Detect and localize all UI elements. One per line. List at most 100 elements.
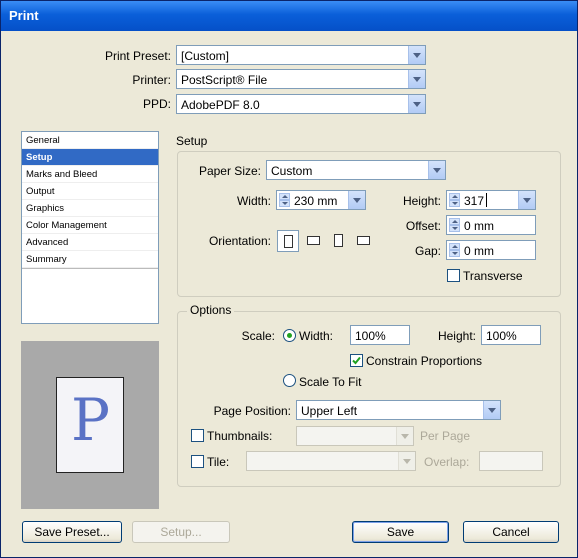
stepper-down-icon[interactable] — [279, 200, 290, 207]
window-title: Print — [9, 8, 39, 23]
paper-size-dropdown[interactable]: Custom — [266, 160, 446, 180]
offset-field[interactable]: 0 mm — [446, 215, 536, 235]
print-preset-label: Print Preset: — [104, 49, 171, 63]
paper-size-value: Custom — [271, 164, 313, 178]
sidebar-item-color-management[interactable]: Color Management — [22, 217, 158, 234]
scale-label: Scale: — [241, 329, 275, 343]
overlap-label: Overlap: — [424, 455, 470, 469]
printer-label: Printer: — [132, 73, 171, 87]
width-label: Width: — [236, 194, 271, 208]
stepper-up-icon[interactable] — [449, 243, 460, 250]
scale-width-value: 100% — [355, 329, 386, 343]
ppd-dropdown[interactable]: AdobePDF 8.0 — [176, 94, 426, 114]
stepper-down-icon[interactable] — [449, 225, 460, 232]
reverse-portrait-icon — [334, 234, 343, 247]
transverse-checkbox[interactable] — [447, 269, 460, 282]
chevron-down-icon[interactable] — [518, 191, 535, 209]
gap-stepper[interactable] — [449, 243, 460, 257]
thumbnails-checkbox[interactable] — [191, 429, 204, 442]
sidebar-item-marks-and-bleed[interactable]: Marks and Bleed — [22, 166, 158, 183]
stepper-down-icon[interactable] — [449, 200, 460, 207]
reverse-landscape-icon — [357, 236, 370, 245]
gap-label: Gap: — [414, 244, 441, 258]
height-stepper[interactable] — [449, 193, 460, 207]
width-value: 230 mm — [294, 194, 338, 208]
offset-value: 0 mm — [464, 219, 494, 233]
overlap-field[interactable] — [479, 451, 543, 471]
height-label: Height: — [402, 194, 441, 208]
page-position-label: Page Position: — [213, 404, 291, 418]
chevron-down-icon[interactable] — [398, 452, 415, 470]
save-preset-button[interactable]: Save Preset... — [22, 521, 122, 543]
sidebar-item-output[interactable]: Output — [22, 183, 158, 200]
sidebar-item-advanced[interactable]: Advanced — [22, 234, 158, 251]
preview-letter: P — [71, 386, 111, 454]
tile-dropdown[interactable] — [246, 451, 416, 471]
stepper-up-icon[interactable] — [279, 193, 290, 200]
thumbnails-dropdown[interactable] — [296, 426, 414, 446]
gap-field[interactable]: 0 mm — [446, 240, 536, 260]
height-value: 317 — [464, 194, 485, 208]
height-combo[interactable]: 317 — [446, 190, 536, 210]
stepper-down-icon[interactable] — [449, 250, 460, 257]
sidebar-item-general[interactable]: General — [22, 132, 158, 149]
chevron-down-icon[interactable] — [408, 95, 425, 113]
printer-dropdown[interactable]: PostScript® File — [176, 69, 426, 89]
transverse-label: Transverse — [463, 269, 523, 283]
constrain-proportions-checkbox[interactable] — [350, 354, 363, 367]
scale-height-field[interactable]: 100% — [481, 325, 541, 345]
category-list: General Setup Marks and Bleed Output Gra… — [21, 131, 159, 324]
reverse-portrait-orientation-button[interactable] — [328, 230, 350, 252]
chevron-down-icon[interactable] — [348, 191, 365, 209]
ppd-label: PPD: — [142, 97, 171, 111]
scale-width-radio-label: Width: — [299, 329, 334, 343]
stepper-up-icon[interactable] — [449, 193, 460, 200]
ppd-value: AdobePDF 8.0 — [181, 98, 260, 112]
reverse-landscape-orientation-button[interactable] — [353, 230, 375, 252]
tile-label: Tile: — [207, 455, 230, 469]
chevron-down-icon[interactable] — [408, 70, 425, 88]
width-stepper[interactable] — [279, 193, 290, 207]
scale-height-label: Height: — [437, 329, 476, 343]
offset-stepper[interactable] — [449, 218, 460, 232]
cancel-button[interactable]: Cancel — [463, 521, 559, 543]
sidebar-item-summary[interactable]: Summary — [22, 251, 158, 268]
printer-value: PostScript® File — [181, 73, 268, 87]
list-divider — [22, 268, 158, 269]
checkmark-icon — [352, 356, 361, 365]
page-position-dropdown[interactable]: Upper Left — [296, 400, 501, 420]
paper-size-label: Paper Size: — [198, 164, 261, 178]
width-combo[interactable]: 230 mm — [276, 190, 366, 210]
scale-width-radio[interactable] — [283, 329, 296, 342]
thumbnails-label: Thumbnails: — [207, 429, 273, 443]
scale-to-fit-label: Scale To Fit — [299, 375, 362, 389]
scale-width-field[interactable]: 100% — [350, 325, 410, 345]
landscape-orientation-button[interactable] — [303, 230, 325, 252]
save-button[interactable]: Save — [352, 521, 449, 543]
options-group-title: Options — [187, 303, 235, 317]
sidebar-item-graphics[interactable]: Graphics — [22, 200, 158, 217]
landscape-icon — [307, 236, 320, 245]
text-caret — [486, 193, 487, 207]
portrait-icon — [284, 235, 293, 248]
print-preset-dropdown[interactable]: [Custom] — [176, 45, 426, 65]
orientation-label: Orientation: — [208, 234, 271, 248]
chevron-down-icon[interactable] — [408, 46, 425, 64]
stepper-up-icon[interactable] — [449, 218, 460, 225]
tile-checkbox[interactable] — [191, 455, 204, 468]
offset-label: Offset: — [405, 219, 441, 233]
chevron-down-icon[interactable] — [428, 161, 445, 179]
title-bar: Print — [1, 1, 577, 31]
print-dialog: Print Print Preset: [Custom] Printer: Po… — [0, 0, 578, 558]
chevron-down-icon[interactable] — [483, 401, 500, 419]
chevron-down-icon[interactable] — [396, 427, 413, 445]
constrain-proportions-label: Constrain Proportions — [366, 354, 483, 368]
scale-to-fit-radio[interactable] — [283, 374, 296, 387]
setup-button[interactable]: Setup... — [132, 521, 230, 543]
gap-value: 0 mm — [464, 244, 494, 258]
sidebar-item-setup[interactable]: Setup — [22, 149, 158, 166]
preview-sheet: P — [56, 377, 124, 473]
print-preset-value: [Custom] — [181, 49, 230, 63]
portrait-orientation-button[interactable] — [277, 230, 299, 252]
page-position-value: Upper Left — [301, 404, 358, 418]
